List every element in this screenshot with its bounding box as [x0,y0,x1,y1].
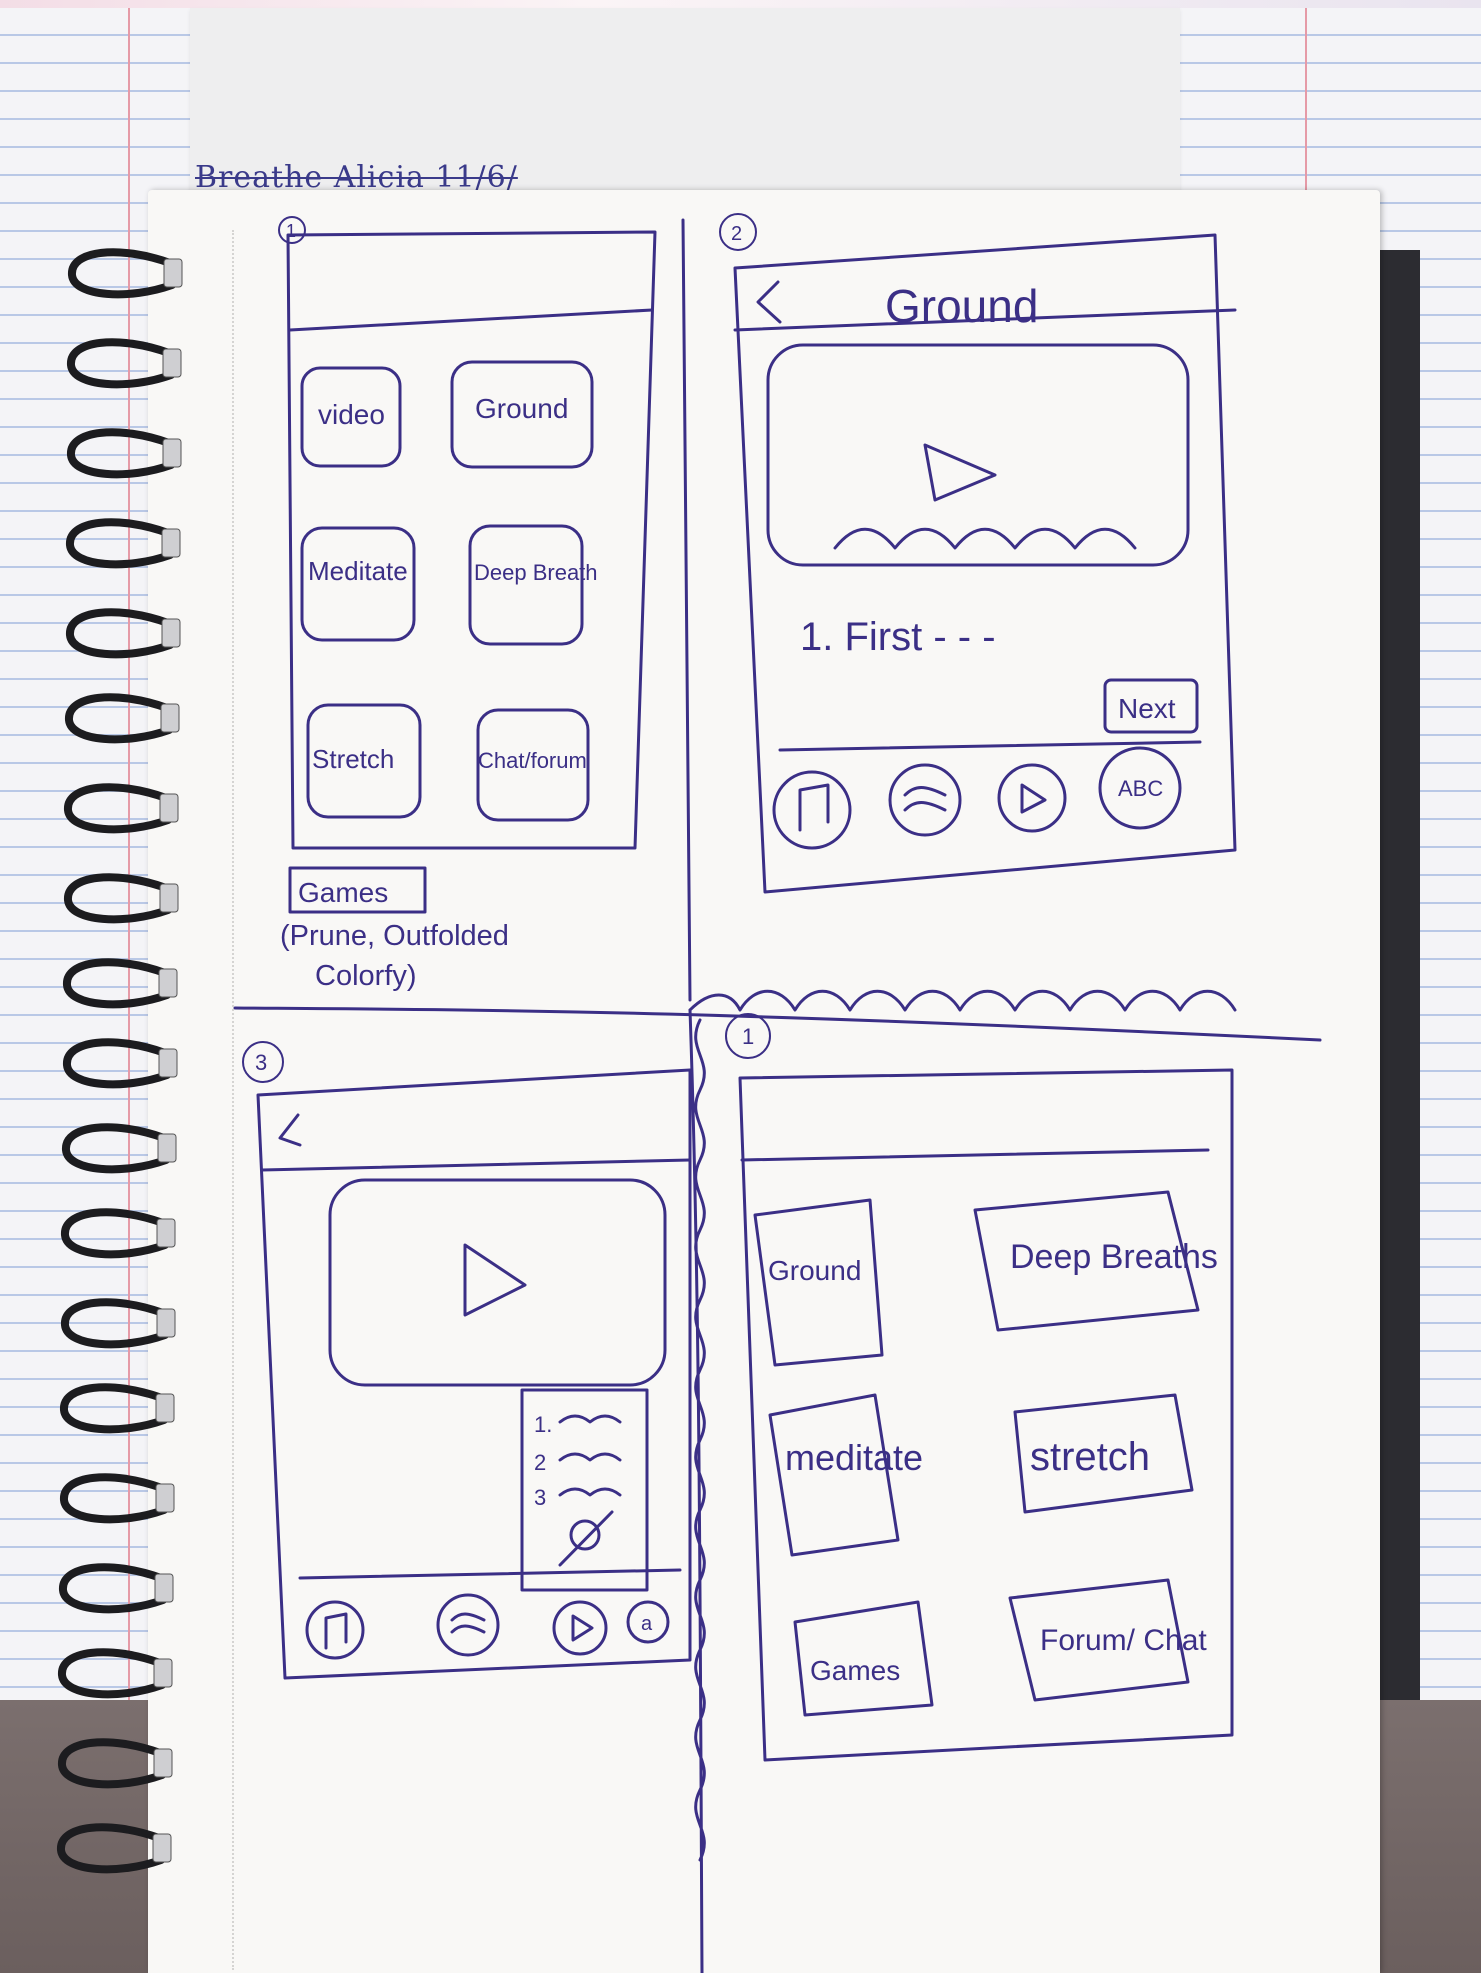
vertical-divider [681,218,692,1002]
music-note-glyph [798,783,830,832]
tile-label-chat-forum: Chat/forum [478,748,587,773]
back-arrow-icon [756,280,782,324]
panel-1: 1 video Ground Meditate Deep Breath Stre… [278,216,657,992]
tile-label-ground: Ground [768,1255,861,1286]
tile-label-deep-breath: Deep Breath [474,560,598,585]
list-item-2: 2 [534,1450,546,1475]
tile-label-stretch: Stretch [312,744,394,774]
list-squiggles [558,1414,622,1497]
horizontal-divider [233,1006,1322,1042]
panel-2-number: 2 [731,223,742,245]
back-arrow-icon [278,1113,302,1147]
nav-play-icon[interactable] [552,1600,608,1656]
tile-label-games: Games [810,1655,900,1686]
tile-label-stretch: stretch [1030,1435,1150,1479]
nav-waves-icon[interactable] [888,763,962,837]
panel-4-header-line [740,1148,1210,1162]
tile-label-video: video [318,399,385,430]
nav-a-label: a [641,1613,653,1635]
step-text: 1. First - - - [800,615,996,659]
waves-glyph [450,1612,486,1634]
music-note-glyph [324,1612,348,1650]
games-note-line1: (Prune, Outfolded [280,920,509,952]
nav-music-note-icon[interactable] [772,770,852,850]
next-button-label: Next [1118,693,1176,724]
nav-play-icon[interactable] [997,763,1067,833]
panel-2-title: Ground [885,280,1038,332]
crossed-out-icon [569,1519,601,1551]
nav-abc-label: ABC [1118,776,1163,801]
waves-glyph [903,786,947,812]
list-item-3: 3 [534,1485,546,1510]
panel-4: 1 Ground Deep Breaths meditate stretch G… [725,1013,1234,1762]
play-icon [463,1243,527,1317]
play-glyph [571,1614,594,1642]
panel-3: 3 1. 2 3 a [242,1041,692,1680]
nav-divider [298,1568,682,1580]
tile-label-forum-chat: Forum/ Chat [1040,1624,1207,1657]
horizontal-scribble [688,989,1237,1012]
panel-3-number: 3 [255,1050,267,1075]
games-box-label: Games [298,877,388,908]
tile-deep-breath [468,524,584,646]
video-player [328,1178,667,1387]
list-item-1: 1. [534,1412,552,1437]
wireframe-sketch: 1 video Ground Meditate Deep Breath Stre… [233,213,1322,1973]
panel-3-header-line [260,1158,692,1172]
panel-1-header-line [288,308,654,332]
play-glyph [1020,783,1047,814]
tile-label-ground: Ground [475,393,568,424]
tile-label-deep-breaths: Deep Breaths [1010,1238,1218,1276]
games-note-line2: Colorfy) [315,960,417,992]
tile-label-meditate: Meditate [308,556,408,586]
video-player [766,343,1190,567]
play-icon [923,443,997,502]
waves-icon [833,527,1137,550]
lower-divider-scribble [688,1008,706,1973]
panel-4-number: 1 [742,1024,754,1049]
tile-label-meditate: meditate [785,1437,923,1478]
nav-music-note-icon[interactable] [305,1600,365,1660]
panel-2: 2 Ground 1. First - - - Next ABC [719,213,1237,894]
